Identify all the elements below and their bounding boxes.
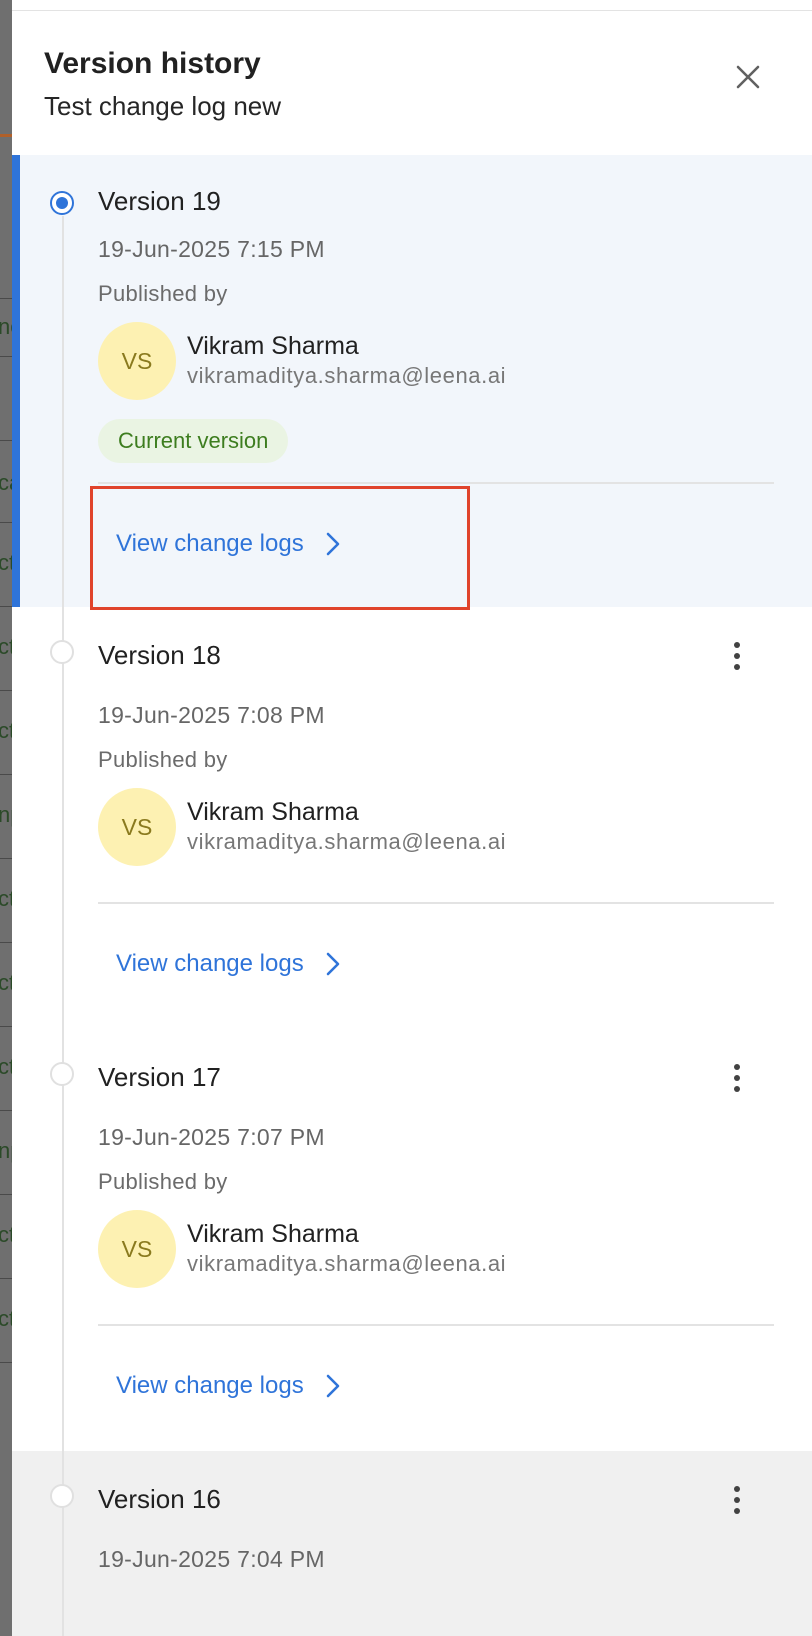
version-title: Version 18 <box>98 640 221 670</box>
background-divider <box>0 1362 12 1363</box>
more-options-button[interactable] <box>730 1485 744 1515</box>
user-email: vikramaditya.sharma@leena.ai <box>187 363 507 388</box>
background-divider <box>0 942 12 943</box>
view-change-logs-link[interactable]: View change logs <box>116 946 340 982</box>
background-text-fragment: np <box>0 802 12 827</box>
timeline-line <box>62 216 64 1636</box>
background-divider <box>0 690 12 691</box>
background-text-fragment: ct <box>0 550 12 575</box>
background-divider <box>0 298 12 299</box>
background-text-fragment: ct <box>0 634 12 659</box>
version-date: 19-Jun-2025 7:08 PM <box>98 702 325 728</box>
version-radio[interactable] <box>50 640 74 664</box>
background-divider <box>0 1026 12 1027</box>
background-text-fragment: ct <box>0 1054 12 1079</box>
version-title: Version 17 <box>98 1062 221 1092</box>
background-accent-bar <box>0 134 12 137</box>
avatar: VS <box>98 1210 176 1288</box>
user-email: vikramaditya.sharma@leena.ai <box>187 829 507 854</box>
more-options-button[interactable] <box>730 1063 744 1093</box>
background-text-fragment: ct <box>0 1306 12 1331</box>
background-divider <box>0 356 12 357</box>
version-date: 19-Jun-2025 7:15 PM <box>98 236 325 262</box>
user-email: vikramaditya.sharma@leena.ai <box>187 1251 507 1276</box>
view-change-logs-label: View change logs <box>116 950 304 977</box>
background-text-fragment: nc <box>0 314 12 339</box>
user-name: Vikram Sharma <box>187 1220 359 1248</box>
version-title: Version 19 <box>98 186 221 216</box>
published-by-label: Published by <box>98 281 228 306</box>
current-version-badge: Current version <box>98 419 289 463</box>
avatar: VS <box>98 788 176 866</box>
background-text-fragment: ct <box>0 970 12 995</box>
background-text-fragment: ct <box>0 886 12 911</box>
version-date: 19-Jun-2025 7:07 PM <box>98 1124 325 1150</box>
background-text-fragment: ct <box>0 718 12 743</box>
background-divider <box>0 858 12 859</box>
background-divider <box>0 522 12 523</box>
background-divider <box>0 440 12 441</box>
panel-subtitle: Test change log new <box>44 91 282 121</box>
background-divider <box>0 1110 12 1111</box>
view-change-logs-label: View change logs <box>116 530 304 557</box>
more-vertical-icon <box>734 1064 740 1092</box>
divider <box>98 482 774 484</box>
version-radio-selected[interactable] <box>50 191 74 215</box>
background-divider <box>0 606 12 607</box>
more-vertical-icon <box>734 1486 740 1514</box>
chevron-right-icon <box>326 532 339 556</box>
avatar: VS <box>98 322 176 400</box>
divider <box>98 902 774 904</box>
close-icon <box>736 65 760 89</box>
chevron-right-icon <box>326 952 339 976</box>
panel-title: Version history <box>44 47 261 80</box>
background-text-fragment: ct <box>0 1222 12 1247</box>
version-item-16[interactable] <box>12 1451 812 1636</box>
published-by-label: Published by <box>98 1169 228 1194</box>
user-name: Vikram Sharma <box>187 332 359 360</box>
background-page-strip: nc ca ct ct ct np ct ct ct np ct ct <box>0 0 12 1636</box>
panel-header: Version history Test change log new <box>12 11 812 163</box>
close-button[interactable] <box>732 61 764 93</box>
background-text-fragment: np <box>0 1138 12 1163</box>
version-radio[interactable] <box>50 1062 74 1086</box>
selected-indicator <box>12 155 20 607</box>
background-divider <box>0 1194 12 1195</box>
background-divider <box>0 774 12 775</box>
background-text-fragment: ca <box>0 470 12 495</box>
version-history-panel: Version history Test change log new Vers… <box>12 10 812 1636</box>
view-change-logs-link[interactable]: View change logs <box>116 1368 340 1404</box>
more-options-button[interactable] <box>730 641 744 671</box>
background-divider <box>0 1278 12 1279</box>
version-title: Version 16 <box>98 1484 221 1514</box>
view-change-logs-label: View change logs <box>116 1372 304 1399</box>
more-vertical-icon <box>734 642 740 670</box>
published-by-label: Published by <box>98 747 228 772</box>
user-name: Vikram Sharma <box>187 798 359 826</box>
version-date: 19-Jun-2025 7:04 PM <box>98 1546 325 1572</box>
chevron-right-icon <box>326 1374 339 1398</box>
version-radio[interactable] <box>50 1484 74 1508</box>
divider <box>98 1324 774 1326</box>
view-change-logs-link[interactable]: View change logs <box>116 526 340 562</box>
